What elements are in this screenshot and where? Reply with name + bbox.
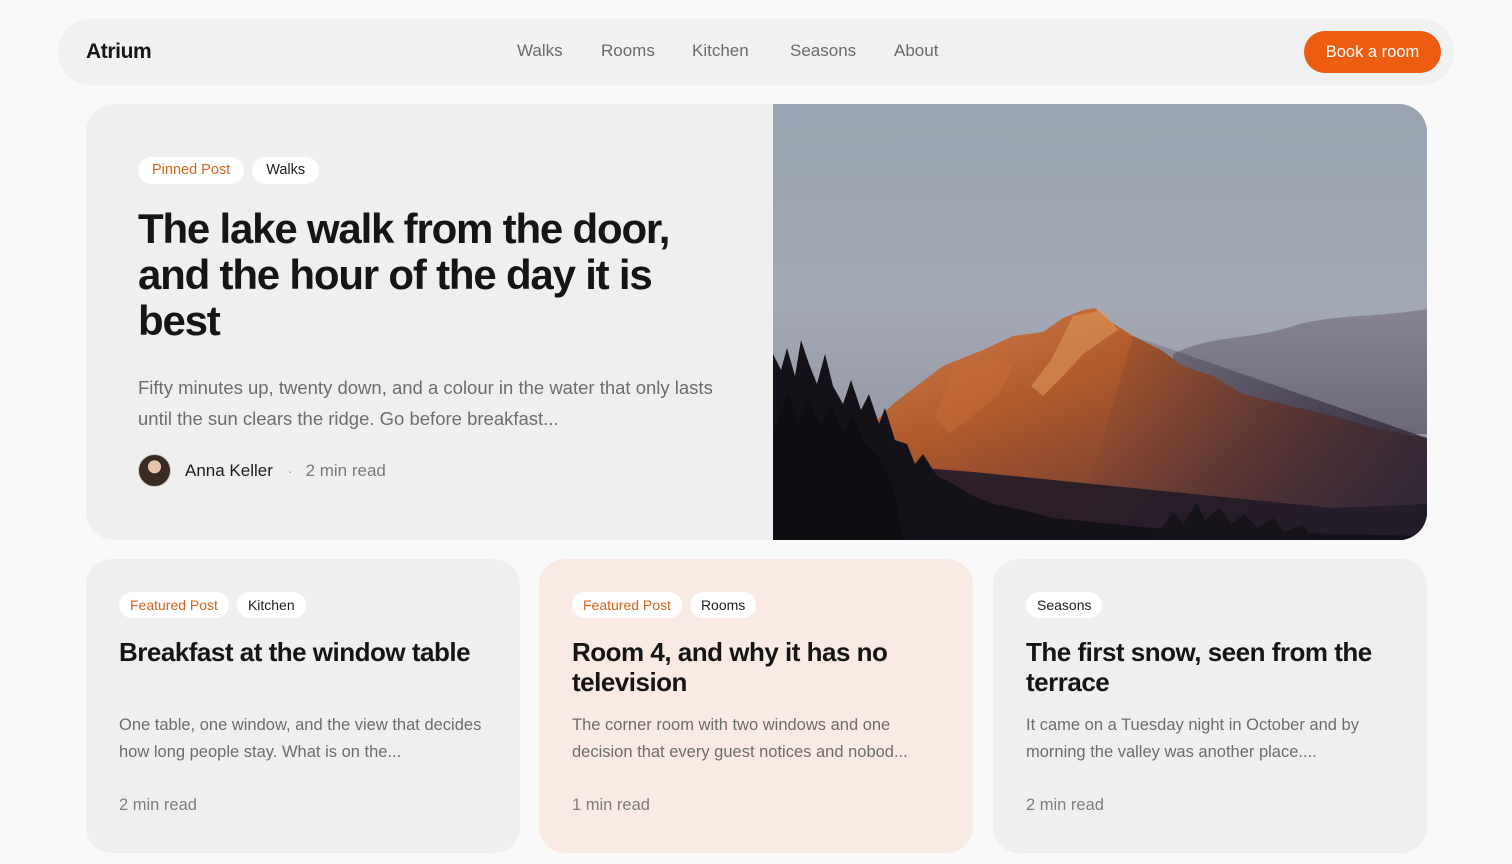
tag-kitchen[interactable]: Kitchen — [236, 592, 306, 618]
mountain-peak-image — [773, 104, 1427, 540]
author-avatar — [138, 454, 171, 487]
nav-link-seasons[interactable]: Seasons — [790, 41, 856, 61]
pinned-post-tags: Pinned Post Walks — [138, 157, 320, 184]
nav-link-walks[interactable]: Walks — [517, 41, 563, 61]
author-name[interactable]: Anna Keller — [185, 461, 273, 481]
read-time: 2 min read — [305, 460, 386, 480]
pinned-post-title[interactable]: The lake walk from the door, and the hou… — [138, 206, 738, 344]
post-card-first-snow[interactable]: Seasons The first snow, seen from the te… — [993, 559, 1427, 853]
post-card-breakfast[interactable]: Featured Post Kitchen Breakfast at the w… — [86, 559, 520, 853]
post-card-tags: Featured Post Kitchen — [119, 592, 306, 618]
post-card-title[interactable]: Breakfast at the window table — [119, 637, 499, 667]
nav-link-rooms[interactable]: Rooms — [601, 41, 655, 61]
tag-pinned-post: Pinned Post — [138, 157, 245, 184]
tag-featured-post: Featured Post — [572, 592, 682, 618]
post-card-excerpt: It came on a Tuesday night in October an… — [1026, 716, 1359, 761]
post-card-tags: Featured Post Rooms — [572, 592, 757, 618]
post-meta: Anna Keller · 2 min read — [138, 454, 386, 487]
post-card-room-4[interactable]: Featured Post Rooms Room 4, and why it h… — [539, 559, 973, 853]
post-card-excerpt: One table, one window, and the view that… — [119, 716, 482, 761]
tag-seasons[interactable]: Seasons — [1026, 592, 1103, 618]
post-card-read-time: 1 min read — [572, 796, 650, 814]
nav-links: Walks Rooms Kitchen Seasons About — [58, 19, 1454, 85]
nav-link-kitchen[interactable]: Kitchen — [692, 41, 749, 61]
top-navigation: Atrium Walks Rooms Kitchen Seasons About… — [58, 19, 1454, 85]
pinned-post-excerpt: Fifty minutes up, twenty down, and a col… — [138, 377, 713, 429]
post-card-tags: Seasons — [1026, 592, 1103, 618]
meta-separator: · — [287, 462, 293, 479]
post-card-excerpt: The corner room with two windows and one… — [572, 716, 908, 761]
pinned-post-image[interactable] — [773, 104, 1427, 540]
post-card-title[interactable]: Room 4, and why it has no television — [572, 637, 952, 697]
post-card-read-time: 2 min read — [119, 796, 197, 814]
tag-featured-post: Featured Post — [119, 592, 229, 618]
pinned-post-content: Pinned Post Walks The lake walk from the… — [86, 104, 773, 540]
pinned-post-card[interactable]: Pinned Post Walks The lake walk from the… — [86, 104, 1427, 540]
tag-walks[interactable]: Walks — [252, 157, 320, 184]
post-card-title[interactable]: The first snow, seen from the terrace — [1026, 637, 1406, 697]
tag-rooms[interactable]: Rooms — [689, 592, 757, 618]
book-a-room-button[interactable]: Book a room — [1304, 31, 1441, 73]
post-card-read-time: 2 min read — [1026, 796, 1104, 814]
nav-link-about[interactable]: About — [894, 41, 938, 61]
